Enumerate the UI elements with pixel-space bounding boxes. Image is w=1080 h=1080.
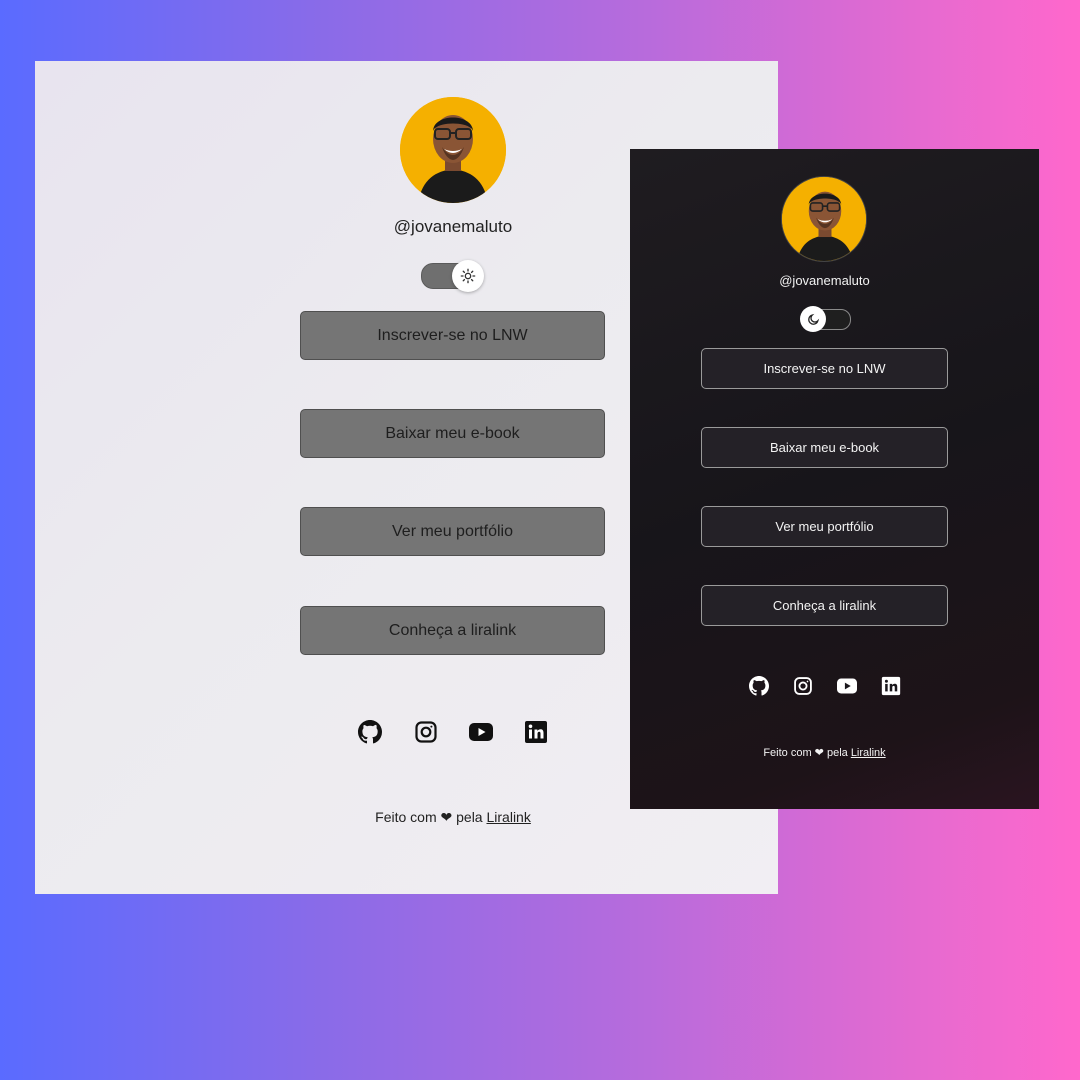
theme-toggle[interactable] (800, 306, 851, 332)
footer-prefix: Feito com (763, 747, 812, 759)
dark-theme-preview: @jovanemaluto Inscrever-se no LNW Baixar… (630, 149, 1039, 809)
liralink-button[interactable]: Conheça a liralink (300, 606, 605, 655)
subscribe-lnw-button[interactable]: Inscrever-se no LNW (701, 348, 948, 389)
liralink-link[interactable]: Liralink (486, 809, 530, 825)
moon-icon (800, 306, 826, 332)
portfolio-button[interactable]: Ver meu portfólio (701, 506, 948, 547)
portfolio-button[interactable]: Ver meu portfólio (300, 507, 605, 556)
github-icon[interactable] (749, 676, 769, 696)
avatar (400, 97, 506, 203)
youtube-icon[interactable] (836, 676, 858, 696)
subscribe-lnw-button[interactable]: Inscrever-se no LNW (300, 311, 605, 360)
heart-icon: ❤ (440, 809, 453, 825)
footer: Feito com ❤ pela Liralink (35, 809, 778, 826)
linkedin-icon[interactable] (524, 720, 548, 744)
footer-middle: pela (826, 747, 848, 759)
linkedin-icon[interactable] (881, 676, 901, 696)
instagram-icon[interactable] (793, 676, 813, 696)
username: @jovanemaluto (779, 273, 870, 288)
sun-icon (452, 260, 484, 292)
download-ebook-button[interactable]: Baixar meu e-book (701, 427, 948, 468)
github-icon[interactable] (358, 720, 382, 744)
liralink-button[interactable]: Conheça a liralink (701, 585, 948, 626)
avatar (781, 176, 867, 262)
footer-prefix: Feito com (375, 809, 437, 825)
heart-icon: ❤ (814, 747, 824, 759)
footer: Feito com ❤ pela Liralink (630, 746, 1019, 759)
footer-middle: pela (456, 809, 483, 825)
youtube-icon[interactable] (468, 720, 494, 744)
download-ebook-button[interactable]: Baixar meu e-book (300, 409, 605, 458)
liralink-link[interactable]: Liralink (851, 747, 886, 759)
social-links (749, 676, 909, 696)
theme-toggle[interactable] (421, 260, 484, 292)
instagram-icon[interactable] (414, 720, 438, 744)
social-links (357, 720, 557, 744)
